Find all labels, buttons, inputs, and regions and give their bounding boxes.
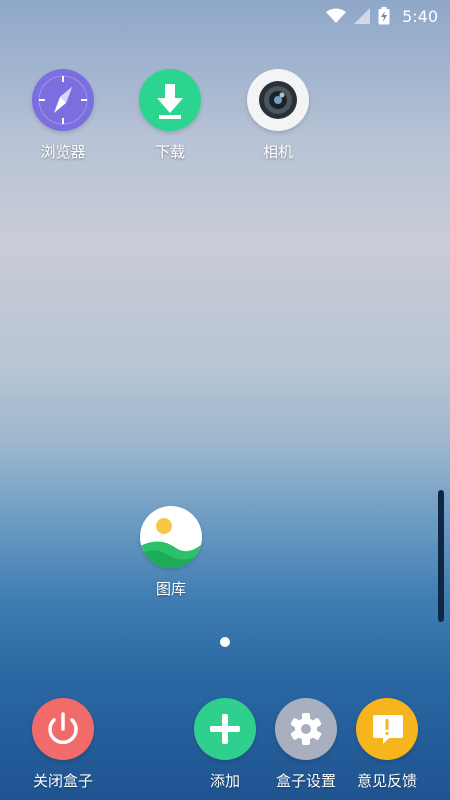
camera-lens-icon: [259, 81, 297, 119]
power-icon: [48, 712, 78, 745]
gear-icon: [290, 713, 322, 745]
compass-icon: [38, 75, 88, 125]
plus-icon: [210, 714, 240, 744]
app-download[interactable]: 下载: [125, 69, 215, 162]
app-camera-icon-bg: [247, 69, 309, 131]
app-browser[interactable]: 浏览器: [18, 69, 108, 162]
app-gallery-icon-bg: [140, 506, 202, 568]
app-browser-label: 浏览器: [40, 143, 86, 161]
app-camera[interactable]: 相机: [233, 69, 323, 162]
exclamation-message-icon: [373, 715, 403, 744]
dock-feedback-icon-bg: [356, 698, 418, 760]
dock-feedback-label: 意见反馈: [356, 772, 417, 790]
dock-box-settings[interactable]: 盒子设置: [261, 698, 351, 791]
app-gallery-label: 图库: [155, 580, 186, 598]
status-time: 5:40: [402, 6, 438, 26]
dock-add[interactable]: 添加: [180, 698, 270, 791]
page-indicator-dot: [220, 637, 230, 647]
app-browser-icon-bg: [32, 69, 94, 131]
dock-add-icon-bg: [194, 698, 256, 760]
wifi-icon: [326, 8, 347, 23]
battery-charging-icon: [378, 7, 390, 25]
landscape-photo-icon: [140, 518, 202, 568]
app-download-icon-bg: [139, 69, 201, 131]
app-download-label: 下载: [154, 143, 185, 161]
app-gallery[interactable]: 图库: [126, 506, 216, 599]
dock-feedback[interactable]: 意见反馈: [342, 698, 432, 791]
cellular-signal-icon: [354, 8, 371, 24]
dock-box-settings-icon-bg: [275, 698, 337, 760]
status-bar: 5:40: [0, 0, 450, 32]
dock-close-box-icon-bg: [32, 698, 94, 760]
dock-box-settings-label: 盒子设置: [275, 772, 336, 790]
dock-close-box-label: 关闭盒子: [32, 772, 93, 790]
scroll-indicator[interactable]: [438, 490, 444, 622]
dock-add-label: 添加: [209, 772, 240, 790]
dock-close-box[interactable]: 关闭盒子: [18, 698, 108, 791]
download-arrow-icon: [157, 84, 183, 119]
app-camera-label: 相机: [262, 143, 293, 161]
